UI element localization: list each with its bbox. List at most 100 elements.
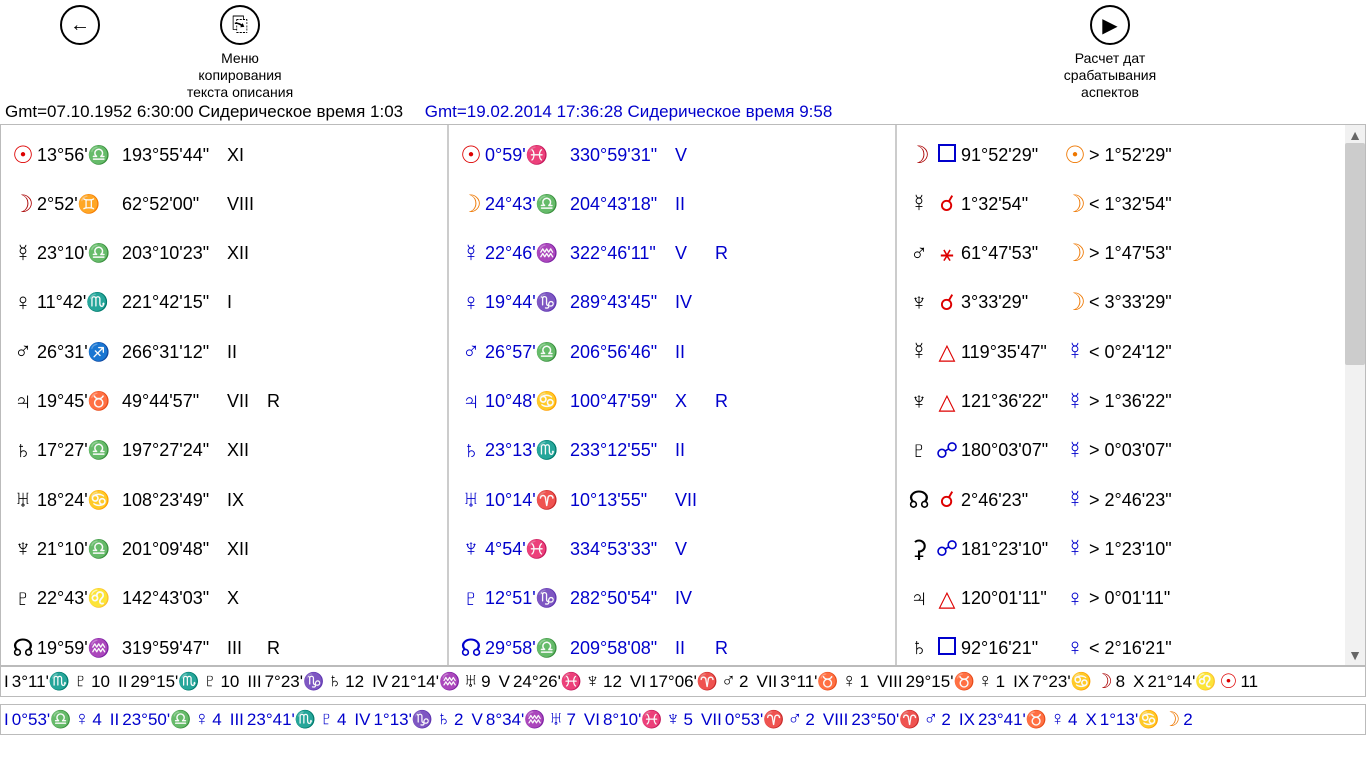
position-degrees: 197°27'24" <box>122 440 227 461</box>
aspect-planet1: ☿ <box>905 190 933 218</box>
copy-menu-button[interactable]: ⎘ Меню копирования текста описания <box>180 5 300 100</box>
ruler-glyph: ♀ <box>194 708 209 731</box>
position-sign: 4°54'♓ <box>485 539 570 560</box>
ruler-glyph: ♂ <box>721 670 736 693</box>
ruler-house: 12 <box>603 672 622 692</box>
aspect-value: 120°01'11" <box>961 588 1061 609</box>
aspect-orb: > 0°01'11" <box>1089 588 1209 609</box>
aspect-row: ☽91°52'29"☉> 1°52'29" <box>905 130 1335 179</box>
ruler-glyph: ♀ <box>1050 708 1065 731</box>
house-cusp: III 7°23'♑ ♄ 12 <box>247 670 364 693</box>
cusp-degree: 17°06'♈ <box>649 672 718 692</box>
aspect-planet1: ♆ <box>905 388 933 416</box>
cusp-degree: 0°53'♈ <box>725 710 785 730</box>
column-transit: ☉0°59'♓330°59'31"V☽24°43'♎204°43'18"II☿2… <box>449 125 897 665</box>
aspect-planet1: ☿ <box>905 338 933 366</box>
aspect-row: ☊☌2°46'23"☿> 2°46'23" <box>905 475 1335 524</box>
house: V <box>675 539 715 560</box>
house-cusp: IX 7°23'♋ ☽ 8 <box>1013 669 1125 694</box>
planet-row: ♄17°27'♎197°27'24"XII <box>9 426 439 475</box>
planet-glyph: ☊ <box>9 634 37 663</box>
house: IV <box>675 588 715 609</box>
aspect-symbol: △ <box>933 389 961 415</box>
ruler-house: 4 <box>212 710 221 730</box>
aspect-orb: > 2°46'23" <box>1089 490 1209 511</box>
aspect-planet2: ☿ <box>1061 535 1089 563</box>
position-degrees: 10°13'55" <box>570 490 675 511</box>
cusp-degree: 8°34'♒ <box>486 710 546 730</box>
scroll-thumb[interactable] <box>1345 143 1365 364</box>
aspect-value: 92°16'21" <box>961 638 1061 659</box>
aspect-row: ♇☍180°03'07"☿> 0°03'07" <box>905 426 1335 475</box>
planet-row: ☽24°43'♎204°43'18"II <box>457 180 887 229</box>
house: II <box>227 342 267 363</box>
aspect-planet2: ☽ <box>1061 239 1089 268</box>
aspect-planet2: ☿ <box>1061 388 1089 416</box>
planet-glyph: ♂ <box>457 338 485 366</box>
ruler-glyph: ♇ <box>319 708 334 731</box>
ruler-glyph: ♆ <box>585 670 600 693</box>
planet-glyph: ♀ <box>457 289 485 317</box>
house-cusp: X 21°14'♌ ☉ 11 <box>1133 669 1258 694</box>
ruler-house: 2 <box>805 710 814 730</box>
aspect-planet1: ♂ <box>905 240 933 268</box>
planet-row: ♄23°13'♏233°12'55"II <box>457 426 887 475</box>
position-degrees: 193°55'44" <box>122 145 227 166</box>
house-roman: VII <box>701 710 722 730</box>
ruler-glyph: ♀ <box>842 670 857 693</box>
aspect-symbol <box>933 142 961 168</box>
aspect-value: 180°03'07" <box>961 440 1061 461</box>
house: II <box>675 194 715 215</box>
timestamp-bar: Gmt=07.10.1952 6:30:00 Сидерическое врем… <box>0 100 1366 124</box>
footer-houses-transit: I 0°53'♎ ♀ 4II 23°50'♎ ♀ 4III 23°41'♏ ♇ … <box>0 704 1366 735</box>
planet-glyph: ♃ <box>457 388 485 416</box>
cusp-degree: 0°53'♎ <box>12 710 72 730</box>
house: I <box>227 292 267 313</box>
aspect-orb: > 0°03'07" <box>1089 440 1209 461</box>
house-cusp: VII 3°11'♉ ♀ 1 <box>756 670 869 693</box>
aspect-orb: > 1°36'22" <box>1089 391 1209 412</box>
house: VIII <box>227 194 267 215</box>
scrollbar[interactable]: ▲ ▼ <box>1345 125 1365 665</box>
aspect-planet2: ☉ <box>1061 141 1089 170</box>
house: X <box>675 391 715 412</box>
back-button[interactable]: ← <box>20 5 140 45</box>
house-cusp: I 3°11'♏ ♇ 10 <box>4 670 110 693</box>
ruler-glyph: ♄ <box>327 670 342 693</box>
timestamp-right: Gmt=19.02.2014 17:36:28 Сидерическое вре… <box>425 102 833 122</box>
planet-row: ♅10°14'♈10°13'55"VII <box>457 475 887 524</box>
aspect-orb: < 2°16'21" <box>1089 638 1209 659</box>
aspect-planet1: ♃ <box>905 585 933 613</box>
position-degrees: 49°44'57" <box>122 391 227 412</box>
aspect-value: 181°23'10" <box>961 539 1061 560</box>
house-roman: V <box>472 710 483 730</box>
planet-glyph: ♇ <box>457 585 485 613</box>
position-degrees: 266°31'12" <box>122 342 227 363</box>
house-cusp: VI 8°10'♓ ♆ 5 <box>584 708 693 731</box>
planet-glyph: ♆ <box>457 535 485 563</box>
aspect-row: ⚳☍181°23'10"☿> 1°23'10" <box>905 525 1335 574</box>
timestamp-left: Gmt=07.10.1952 6:30:00 Сидерическое врем… <box>5 102 420 122</box>
house-roman: IV <box>354 710 370 730</box>
planet-glyph: ♇ <box>9 585 37 613</box>
aspect-symbol: ☍ <box>933 536 961 562</box>
cusp-degree: 21°14'♒ <box>391 672 460 692</box>
ruler-house: 4 <box>337 710 346 730</box>
position-degrees: 289°43'45" <box>570 292 675 313</box>
scroll-up-icon[interactable]: ▲ <box>1345 127 1365 143</box>
scroll-down-icon[interactable]: ▼ <box>1345 647 1365 663</box>
calc-button[interactable]: ▶ Расчет дат срабатывания аспектов <box>1050 5 1170 100</box>
planet-glyph: ☽ <box>457 190 485 219</box>
cusp-degree: 29°15'♉ <box>906 672 975 692</box>
house-cusp: IX 23°41'♉ ♀ 4 <box>959 708 1078 731</box>
ruler-house: 8 <box>1116 672 1125 692</box>
house-roman: V <box>499 672 510 692</box>
position-sign: 26°57'♎ <box>485 342 570 363</box>
house-roman: VII <box>756 672 777 692</box>
house-cusp: III 23°41'♏ ♇ 4 <box>230 708 347 731</box>
planet-row: ♃19°45'♉49°44'57"VIIR <box>9 377 439 426</box>
house: VII <box>675 490 715 511</box>
arrow-left-icon: ← <box>60 5 100 45</box>
copy-label: Меню копирования текста описания <box>180 50 300 100</box>
position-degrees: 100°47'59" <box>570 391 675 412</box>
